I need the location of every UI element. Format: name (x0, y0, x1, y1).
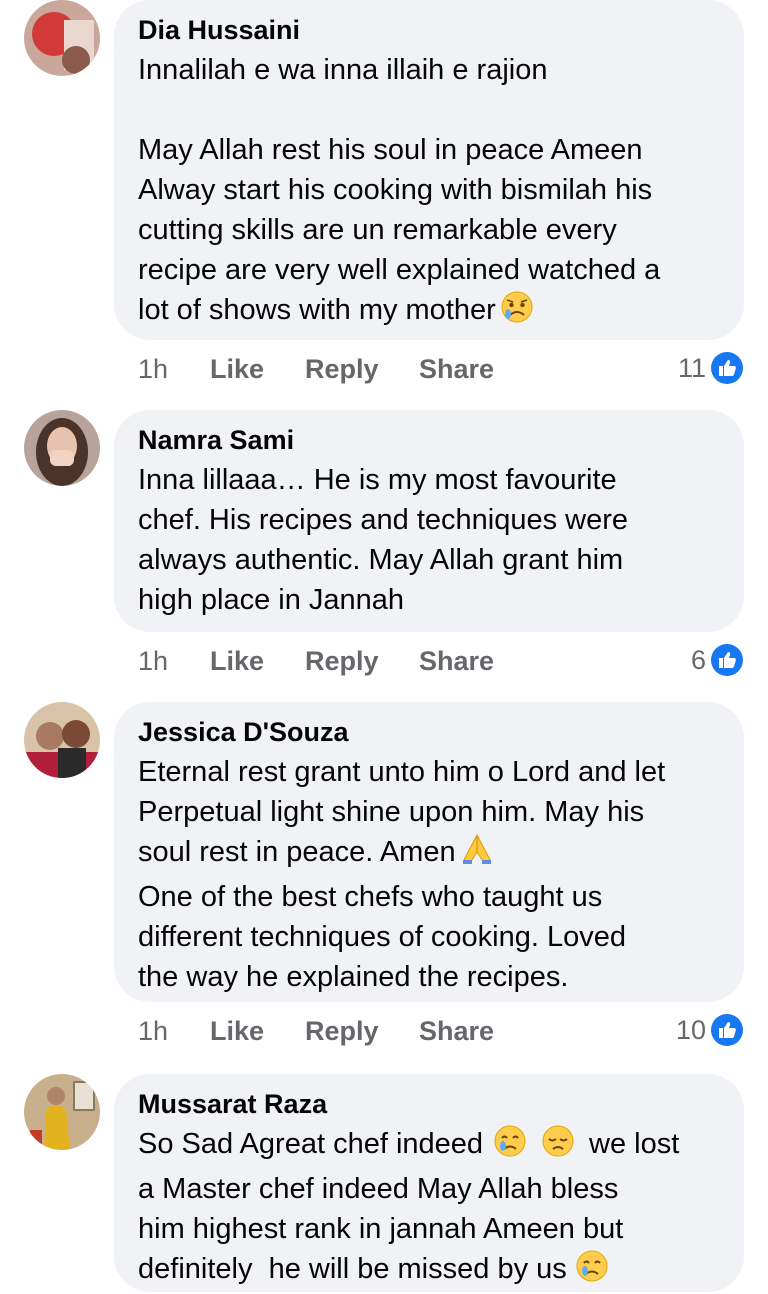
thumbs-up-icon (711, 644, 743, 676)
comment-line: recipe are very well explained watched a (138, 254, 661, 286)
comment-line: One of the best chefs who taught us (138, 881, 603, 913)
avatar[interactable] (24, 1074, 100, 1150)
comment-line: Perpetual light shine upon him. May his (138, 796, 645, 828)
comment-timestamp[interactable]: 1h (138, 646, 168, 677)
comment-bubble: Dia Hussaini Innalilah e wa inna illaih … (114, 0, 744, 340)
comment-line: chef. His recipes and techniques were (138, 504, 629, 536)
comment-bubble: Jessica D'Souza Eternal rest grant unto … (114, 702, 744, 1002)
comment-bubble: Namra Sami Inna lillaaa… He is my most f… (114, 410, 744, 632)
comment-line: definitely he will be missed by us (138, 1253, 567, 1285)
comment-actions: 1h Like Reply Share 6 (138, 642, 744, 682)
comment-line: soul rest in peace. Amen (138, 836, 456, 868)
comment-line: always authentic. May Allah grant him (138, 544, 624, 576)
avatar[interactable] (24, 702, 100, 778)
crying-face-emoji-icon (575, 1249, 609, 1294)
comment-text: Eternal rest grant unto him o Lord and l… (138, 752, 720, 997)
comment-line-with-emoji: So Sad Agreat chef indeed we lost (138, 1124, 720, 1169)
comment-line: the way he explained the recipes. (138, 961, 569, 993)
comment-author[interactable]: Namra Sami (138, 424, 720, 456)
like-button[interactable]: Like (210, 1016, 264, 1047)
comment-author[interactable]: Mussarat Raza (138, 1088, 720, 1120)
comment-line-with-emoji: definitely he will be missed by us (138, 1249, 720, 1294)
comment-line: different techniques of cooking. Loved (138, 921, 626, 953)
reaction-count: 11 (677, 352, 706, 383)
avatar-image (24, 0, 100, 76)
comment-timestamp[interactable]: 1h (138, 354, 168, 385)
share-button[interactable]: Share (419, 354, 494, 385)
reply-button[interactable]: Reply (305, 354, 379, 385)
comment-line-with-emoji: soul rest in peace. Amen (138, 832, 720, 877)
comment-line-suffix: we lost (589, 1128, 680, 1160)
comment-line: Inna lillaaa… He is my most favourite (138, 464, 617, 496)
comment-line: Eternal rest grant unto him o Lord and l… (138, 756, 666, 788)
comment-bubble: Mussarat Raza So Sad Agreat chef indeed w… (114, 1074, 744, 1292)
comment-line: him highest rank in jannah Ameen but (138, 1213, 624, 1245)
comment-text: Innalilah e wa inna illaih e rajion May … (138, 50, 720, 335)
reply-button[interactable]: Reply (305, 646, 379, 677)
avatar[interactable] (24, 0, 100, 76)
comment-line: high place in Jannah (138, 584, 405, 616)
folded-hands-emoji-icon (460, 832, 494, 877)
comment-line: So Sad Agreat chef indeed (138, 1128, 484, 1160)
comment-line: a Master chef indeed May Allah bless (138, 1173, 619, 1205)
reaction-summary[interactable]: 11 (678, 350, 744, 386)
crying-face-emoji-icon (493, 1124, 527, 1169)
like-button[interactable]: Like (210, 354, 264, 385)
comment-line: Alway start his cooking with bismilah hi… (138, 174, 653, 206)
avatar-image (24, 702, 100, 778)
comment-actions: 1h Like Reply Share 11 (138, 350, 744, 390)
avatar[interactable] (24, 410, 100, 486)
comment-timestamp[interactable]: 1h (138, 1016, 168, 1047)
share-button[interactable]: Share (419, 646, 494, 677)
disappointed-face-emoji-icon (541, 1124, 575, 1169)
reaction-count: 6 (690, 644, 706, 675)
like-button[interactable]: Like (210, 646, 264, 677)
sad-face-emoji-icon (500, 290, 534, 335)
comment-line-with-emoji: lot of shows with my mother (138, 290, 720, 335)
comment-line: May Allah rest his soul in peace Ameen (138, 134, 643, 166)
thumbs-up-icon (711, 1014, 743, 1046)
comment-text: Inna lillaaa… He is my most favourite ch… (138, 460, 720, 620)
avatar-image (24, 1074, 100, 1150)
reaction-summary[interactable]: 6 (691, 642, 744, 678)
share-button[interactable]: Share (419, 1016, 494, 1047)
comment-line: lot of shows with my mother (138, 294, 496, 326)
comment-actions: 1h Like Reply Share 10 (138, 1012, 744, 1052)
reply-button[interactable]: Reply (305, 1016, 379, 1047)
comment-text: So Sad Agreat chef indeed we lost a Maste… (138, 1124, 720, 1294)
avatar-image (24, 410, 100, 486)
reaction-count: 10 (675, 1014, 706, 1045)
comment-line: Innalilah e wa inna illaih e rajion (138, 54, 548, 86)
reaction-summary[interactable]: 10 (676, 1012, 744, 1048)
thumbs-up-icon (711, 352, 743, 384)
comment-line: cutting skills are un remarkable every (138, 214, 617, 246)
comment-author[interactable]: Dia Hussaini (138, 14, 720, 46)
comment-author[interactable]: Jessica D'Souza (138, 716, 720, 748)
